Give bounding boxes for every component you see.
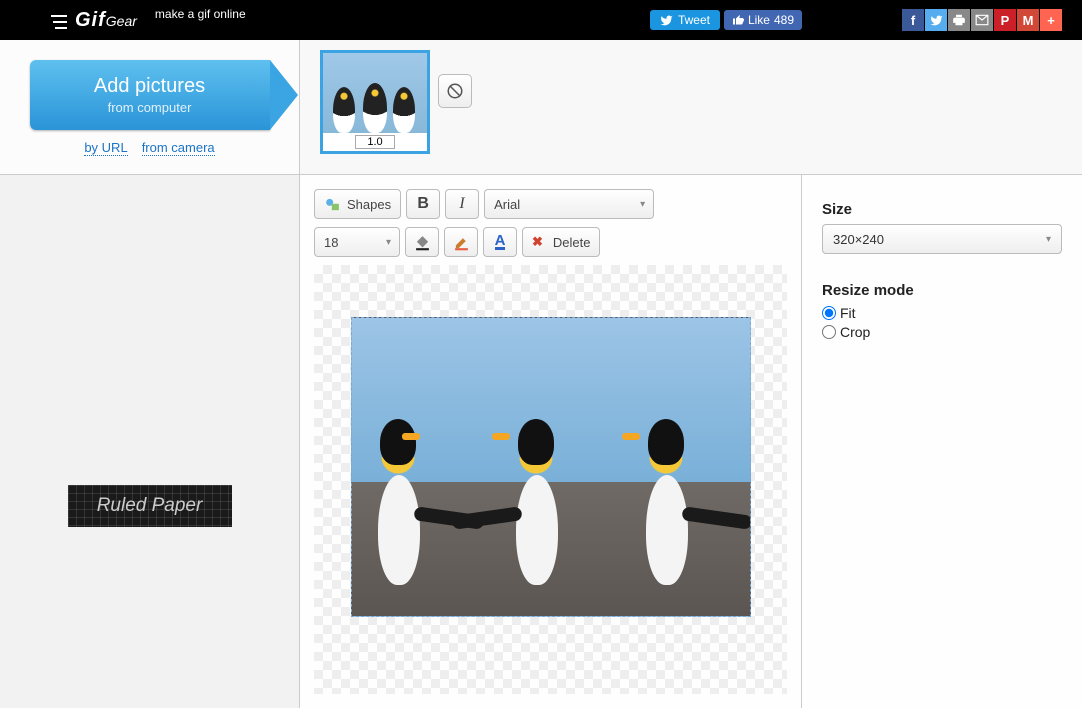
font-family-value: Arial [494,197,520,212]
delete-x-icon: ✖ [532,234,543,250]
share-twitter-icon[interactable] [925,9,947,31]
share-gmail-icon[interactable]: M [1017,9,1039,31]
tweet-label: Tweet [678,13,710,27]
delete-label: Delete [553,235,591,250]
from-camera-link[interactable]: from camera [142,140,215,156]
logo-main: Gif [75,9,106,31]
resize-fit-radio[interactable] [822,306,836,320]
canvas-wrap [314,265,787,694]
size-select[interactable]: 320×240 [822,224,1062,254]
canvas-column: Shapes B I Arial 18 [300,175,802,708]
editor-column: Shapes B I Arial 18 [300,40,1082,708]
promo-text: Ruled Paper [97,495,203,517]
thumbs-up-icon [732,14,744,26]
clear-frame-button[interactable] [438,74,472,108]
bold-button[interactable]: B [406,189,440,219]
font-size-select[interactable]: 18 [314,227,400,257]
promo-ruled-paper[interactable]: Ruled Paper [68,485,232,527]
fb-like-button[interactable]: Like 489 [724,10,802,30]
frames-strip [300,40,1082,175]
resize-crop-label: Crop [840,324,870,340]
canvas-image[interactable] [351,317,751,617]
toolbar-row-1: Shapes B I Arial [314,189,787,219]
by-url-link[interactable]: by URL [84,140,127,156]
size-heading: Size [822,201,1062,218]
twitter-icon [660,14,673,27]
share-email-icon[interactable] [971,9,993,31]
left-panel: Add pictures from computer by URL from c… [0,40,300,708]
share-print-icon[interactable] [948,9,970,31]
shapes-icon [324,196,341,213]
settings-panel: Size 320×240 Resize mode Fit Crop [802,175,1082,708]
fill-color-button[interactable] [405,227,439,257]
add-sub-links: by URL from camera [84,140,214,156]
toolbar-row-2: 18 A ✖ Delete [314,227,787,257]
like-label: Like [748,13,770,27]
add-pictures-button[interactable]: Add pictures from computer [30,60,270,130]
highlight-color-button[interactable] [444,227,478,257]
left-top: Add pictures from computer by URL from c… [0,40,299,175]
italic-button[interactable]: I [445,189,479,219]
app-logo: GifGear [75,9,137,32]
editor-area: Shapes B I Arial 18 [300,175,1082,708]
add-line2: from computer [108,100,192,115]
share-icons: f P M + [902,9,1062,31]
highlighter-icon [453,234,470,251]
resize-heading: Resize mode [822,282,1062,299]
resize-crop-radio[interactable] [822,325,836,339]
shapes-label: Shapes [347,197,391,212]
tagline: make a gif online [155,7,246,21]
frame-thumb[interactable] [320,50,430,154]
font-family-select[interactable]: Arial [484,189,654,219]
resize-crop-option[interactable]: Crop [822,324,1062,340]
share-pinterest-icon[interactable]: P [994,9,1016,31]
like-count: 489 [774,13,794,27]
font-size-value: 18 [324,235,338,250]
tweet-button[interactable]: Tweet [650,10,720,30]
frame-thumb-image [323,53,427,133]
add-line1: Add pictures [94,75,205,98]
size-value: 320×240 [833,232,884,247]
resize-fit-label: Fit [840,305,856,321]
main-layout: Add pictures from computer by URL from c… [0,40,1082,708]
share-facebook-icon[interactable]: f [902,9,924,31]
frame-duration-input[interactable] [355,135,395,149]
resize-fit-option[interactable]: Fit [822,305,1062,321]
prohibit-icon [446,82,464,100]
paint-bucket-icon [414,234,431,251]
shapes-button[interactable]: Shapes [314,189,401,219]
text-color-button[interactable]: A [483,227,517,257]
top-bar: GifGear make a gif online Tweet Like 489… [0,0,1082,40]
share-more-icon[interactable]: + [1040,9,1062,31]
logo-sub: Gear [106,13,137,29]
delete-button[interactable]: ✖ Delete [522,227,600,257]
